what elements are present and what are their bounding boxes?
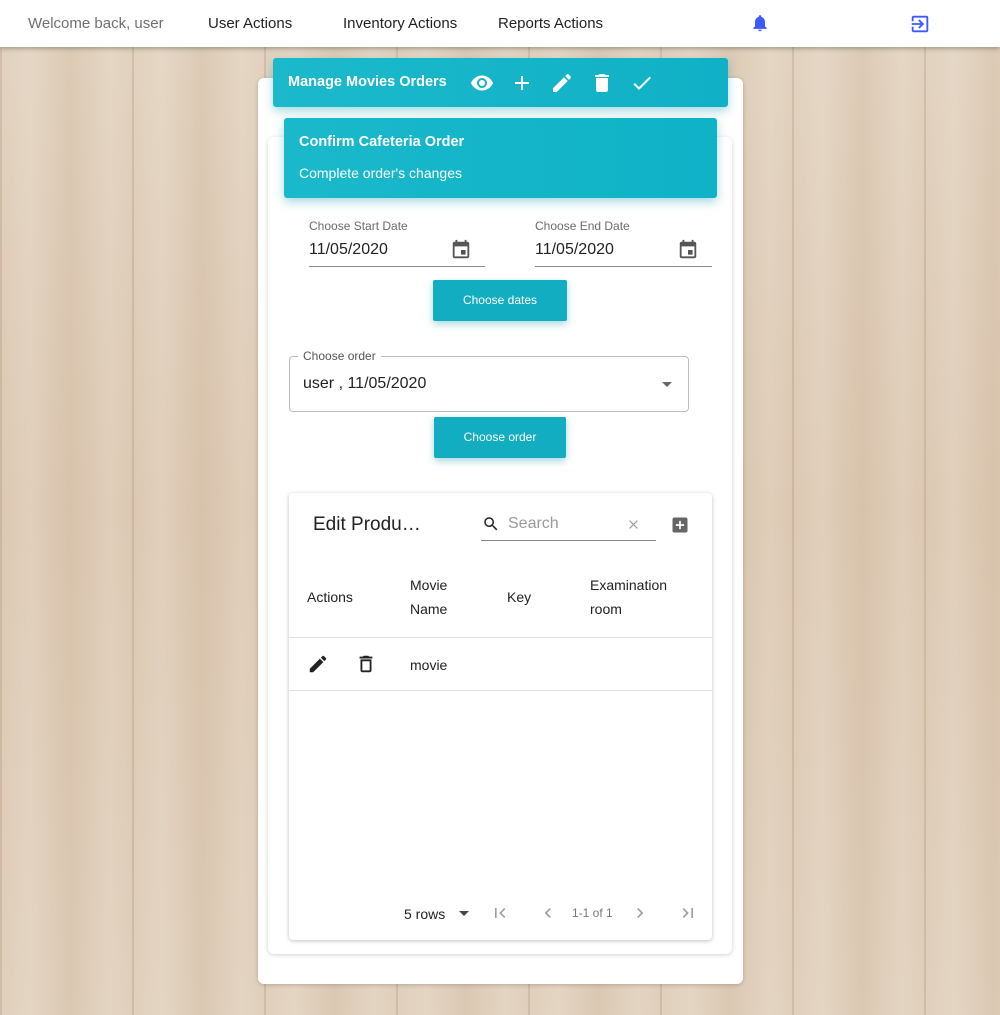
close-icon[interactable] bbox=[626, 517, 641, 532]
welcome-text: Welcome back, user bbox=[28, 15, 164, 32]
add-box-icon[interactable] bbox=[670, 515, 690, 535]
next-page-icon[interactable] bbox=[630, 903, 650, 923]
exit-icon[interactable] bbox=[909, 13, 931, 35]
rows-per-page-select[interactable]: 5 rows bbox=[404, 906, 445, 922]
nav-reports-actions[interactable]: Reports Actions bbox=[498, 15, 603, 32]
start-date-label: Choose Start Date bbox=[309, 219, 408, 233]
column-header-exam-line1: Examination bbox=[590, 577, 668, 593]
choose-order-value[interactable]: user , 11/05/2020 bbox=[303, 375, 426, 393]
page-title: Manage Movies Orders bbox=[288, 74, 447, 90]
check-icon[interactable] bbox=[630, 71, 654, 95]
edit-products-table bbox=[289, 493, 712, 940]
pencil-icon[interactable] bbox=[550, 71, 574, 95]
first-page-icon[interactable] bbox=[490, 903, 510, 923]
column-header-movie-name[interactable]: Movie Name bbox=[410, 573, 447, 621]
choose-order-label: Choose order bbox=[298, 349, 381, 363]
previous-page-icon[interactable] bbox=[538, 903, 558, 923]
column-header-examination-room[interactable]: Examination room bbox=[590, 573, 667, 621]
end-date-underline bbox=[535, 266, 712, 267]
column-header-movie-line1: Movie bbox=[410, 577, 448, 593]
nav-inventory-actions[interactable]: Inventory Actions bbox=[343, 15, 457, 32]
cell-movie-name: movie bbox=[410, 657, 448, 673]
column-header-exam-line2: room bbox=[590, 601, 622, 617]
calendar-icon[interactable] bbox=[450, 239, 472, 261]
top-nav-bar: Welcome back, user User Actions Inventor… bbox=[0, 0, 1000, 47]
chevron-down-icon[interactable] bbox=[662, 382, 672, 387]
last-page-icon[interactable] bbox=[678, 903, 698, 923]
confirm-order-header: Confirm Cafeteria Order Complete order's… bbox=[284, 118, 717, 198]
bell-icon[interactable] bbox=[750, 13, 770, 33]
start-date-field[interactable]: 11/05/2020 bbox=[309, 241, 388, 259]
column-header-actions: Actions bbox=[307, 589, 353, 605]
delete-row-trash-icon[interactable] bbox=[355, 653, 377, 675]
page-range: 1-1 of 1 bbox=[572, 906, 613, 920]
search-underline bbox=[481, 540, 656, 541]
search-icon bbox=[484, 517, 498, 531]
confirm-order-subtitle: Complete order's changes bbox=[299, 165, 462, 181]
eye-icon[interactable] bbox=[470, 71, 494, 95]
end-date-label: Choose End Date bbox=[535, 219, 630, 233]
calendar-icon[interactable] bbox=[677, 239, 699, 261]
column-header-key[interactable]: Key bbox=[507, 585, 531, 609]
start-date-underline bbox=[309, 266, 485, 267]
plus-icon[interactable] bbox=[510, 71, 534, 95]
choose-dates-button[interactable]: Choose dates bbox=[433, 280, 567, 321]
confirm-order-title: Confirm Cafeteria Order bbox=[299, 134, 465, 150]
nav-user-actions[interactable]: User Actions bbox=[208, 15, 292, 32]
end-date-field[interactable]: 11/05/2020 bbox=[535, 241, 614, 259]
chevron-down-icon[interactable] bbox=[459, 911, 469, 916]
choose-order-button[interactable]: Choose order bbox=[434, 417, 566, 458]
trash-icon[interactable] bbox=[590, 71, 614, 95]
search-input[interactable] bbox=[508, 513, 618, 535]
table-title: Edit Produ… bbox=[313, 514, 421, 535]
column-header-movie-line2: Name bbox=[410, 601, 448, 617]
edit-row-pencil-icon[interactable] bbox=[307, 653, 329, 675]
row-divider bbox=[289, 690, 712, 691]
manage-orders-header: Manage Movies Orders bbox=[273, 58, 728, 107]
header-divider bbox=[289, 637, 712, 638]
